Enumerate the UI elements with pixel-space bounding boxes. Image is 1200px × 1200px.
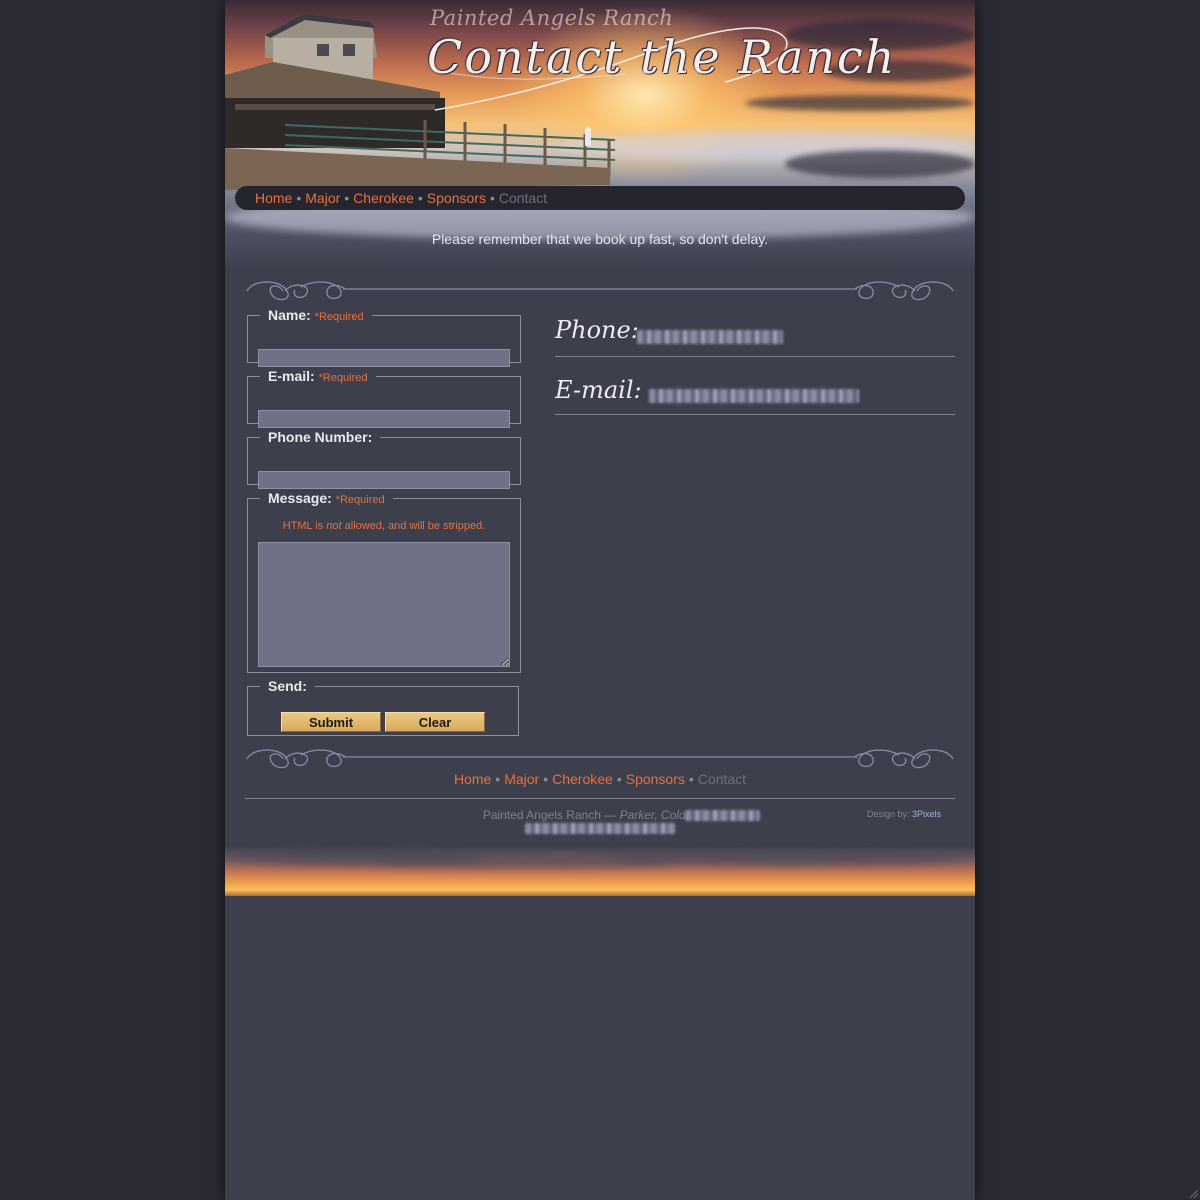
ranch-name-tagline: Painted Angels Ranch (430, 6, 674, 30)
send-label: Send: (268, 678, 307, 694)
design-credit: Design by: 3Pixels (867, 809, 941, 819)
phone-fieldset: Phone Number: (247, 429, 521, 489)
phone-label: Phone Number: (268, 429, 373, 445)
name-label: Name: (268, 307, 311, 323)
message-fieldset: Message: *Required HTML is not allowed, … (247, 490, 521, 673)
email-legend: E-mail: *Required (260, 368, 376, 384)
email-script-label: E-mail: (555, 376, 642, 404)
submit-button[interactable]: Submit (281, 712, 381, 732)
phone-number-redacted (637, 330, 783, 344)
phone-divider (555, 356, 955, 357)
email-label: E-mail: (268, 368, 315, 384)
footer-home-link[interactable]: Home (454, 771, 491, 787)
html-note-start: HTML is (282, 520, 327, 532)
email-divider (555, 414, 955, 415)
nav-separator: • (344, 190, 350, 206)
nav-contact-current: Contact (498, 190, 548, 206)
message-legend: Message: *Required (260, 490, 393, 506)
footer-navigation: Home • Major • Cherokee • Sponsors • Contact (225, 771, 975, 787)
phone-input[interactable] (258, 471, 510, 489)
footer-contact-current: Contact (697, 771, 747, 787)
nav-separator: • (489, 190, 495, 206)
flourish-divider-bottom (246, 749, 954, 769)
email-input[interactable] (258, 410, 510, 428)
email-fieldset: E-mail: *Required (247, 368, 521, 428)
nav-cherokee-link[interactable]: Cherokee (353, 190, 414, 206)
nav-separator: • (296, 190, 302, 206)
page-container: Painted Angels Ranch Contact the Ranch H… (225, 0, 975, 1200)
name-legend: Name: *Required (260, 307, 372, 323)
phone-legend: Phone Number: (260, 429, 380, 445)
footer-nav-separator: • (688, 771, 694, 787)
booking-notice: Please remember that we book up fast, so… (431, 231, 769, 247)
footer-phone-redacted (685, 810, 760, 821)
footer-divider (245, 798, 955, 799)
send-fieldset: Send: Submit Clear (247, 678, 519, 736)
header-banner: Painted Angels Ranch Contact the Ranch H… (225, 0, 975, 270)
html-note-end: allowed, and will be stripped. (341, 520, 486, 532)
name-required-note: *Required (314, 311, 364, 323)
email-required-note: *Required (318, 372, 368, 384)
flourish-divider-top (246, 281, 954, 301)
footer-major-link[interactable]: Major (504, 771, 539, 787)
clear-button[interactable]: Clear (385, 712, 485, 732)
footer-nav-separator: • (616, 771, 622, 787)
name-fieldset: Name: *Required (247, 307, 521, 367)
phone-script-label: Phone: (555, 316, 639, 344)
message-label: Message: (268, 490, 332, 506)
nav-major-link[interactable]: Major (305, 190, 340, 206)
footer-cherokee-link[interactable]: Cherokee (552, 771, 613, 787)
window-resize-grip[interactable] (1188, 1188, 1198, 1198)
footer-nav-separator: • (495, 771, 501, 787)
nav-separator: • (417, 190, 423, 206)
html-note-emphasis: not (326, 520, 342, 532)
footer-email-redacted (525, 823, 675, 834)
message-required-note: *Required (335, 494, 385, 506)
page-title: Contact the Ranch (427, 30, 897, 84)
send-legend: Send: (260, 678, 315, 694)
nav-sponsors-link[interactable]: Sponsors (427, 190, 486, 206)
credit-prefix: Design by: (867, 809, 913, 819)
email-address-redacted (649, 389, 859, 403)
message-textarea[interactable] (258, 542, 510, 667)
nav-home-link[interactable]: Home (255, 190, 292, 206)
name-input[interactable] (258, 349, 510, 367)
footer-nav-separator: • (543, 771, 549, 787)
html-not-allowed-note: HTML is not allowed, and will be strippe… (248, 520, 520, 532)
footer-info: Painted Angels Ranch — Parker, Colorado … (225, 808, 975, 822)
footer-sponsors-link[interactable]: Sponsors (626, 771, 685, 787)
footer-sunset-band (225, 846, 975, 896)
designer-link[interactable]: 3Pixels (912, 809, 941, 819)
top-navigation: Home • Major • Cherokee • Sponsors • Contact (235, 186, 965, 210)
footer-ranch-name: Painted Angels Ranch — (482, 808, 620, 822)
